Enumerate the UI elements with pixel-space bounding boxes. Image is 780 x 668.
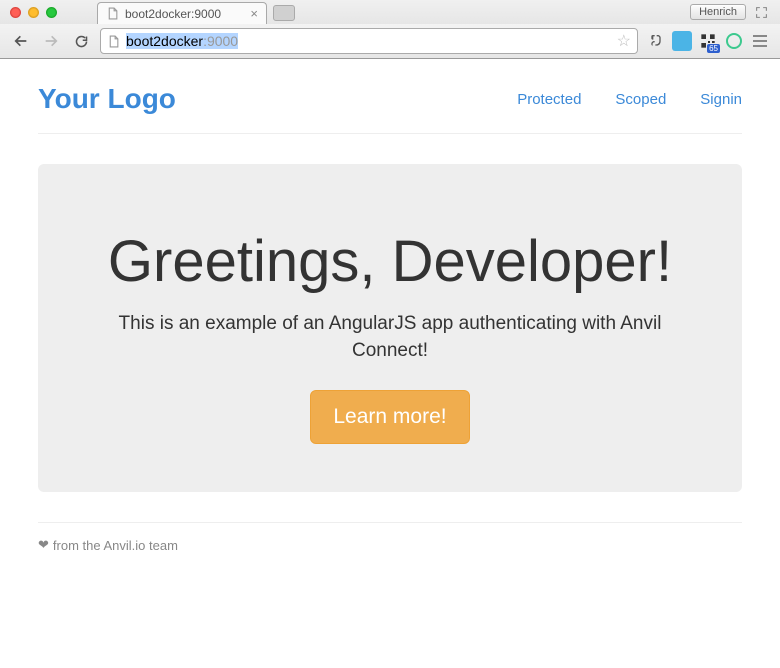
tab-strip: boot2docker:9000 × (97, 0, 690, 24)
browser-toolbar: boot2docker:9000 ☆ 65 (0, 24, 780, 58)
browser-chrome: boot2docker:9000 × Henrich boot2docker:9… (0, 0, 780, 59)
new-tab-button[interactable] (273, 5, 295, 21)
maximize-window-button[interactable] (46, 7, 57, 18)
extension-icon-circle[interactable] (724, 31, 744, 51)
learn-more-button[interactable]: Learn more! (310, 390, 469, 444)
reload-button[interactable] (70, 30, 92, 52)
browser-menu-button[interactable] (750, 35, 770, 47)
close-window-button[interactable] (10, 7, 21, 18)
tab-title: boot2docker:9000 (125, 7, 221, 21)
window-title-bar: boot2docker:9000 × Henrich (0, 0, 780, 24)
title-bar-right: Henrich (690, 3, 770, 21)
nav-link-scoped[interactable]: Scoped (615, 91, 666, 108)
profile-button[interactable]: Henrich (690, 4, 746, 20)
site-footer: ❤ from the Anvil.io team (38, 522, 742, 553)
evernote-extension-icon[interactable] (646, 31, 666, 51)
page-content: Your Logo Protected Scoped Signin Greeti… (0, 59, 780, 573)
logo[interactable]: Your Logo (38, 83, 176, 115)
close-tab-icon[interactable]: × (250, 6, 258, 21)
window-controls (10, 7, 57, 18)
jumbotron: Greetings, Developer! This is an example… (38, 164, 742, 492)
fullscreen-icon[interactable] (752, 3, 770, 21)
qr-badge: 65 (707, 44, 720, 53)
footer-text: from the Anvil.io team (53, 538, 178, 553)
url-host: boot2docker (126, 33, 203, 49)
site-header: Your Logo Protected Scoped Signin (38, 83, 742, 134)
bookmark-star-icon[interactable]: ☆ (617, 31, 631, 51)
nav-link-signin[interactable]: Signin (700, 91, 742, 108)
browser-tab[interactable]: boot2docker:9000 × (97, 2, 267, 24)
url-text: boot2docker:9000 (126, 33, 611, 49)
address-bar[interactable]: boot2docker:9000 ☆ (100, 28, 638, 54)
jumbo-heading: Greetings, Developer! (78, 230, 702, 295)
url-port: :9000 (203, 33, 238, 49)
heart-icon: ❤ (38, 537, 49, 553)
page-icon (106, 6, 119, 21)
back-button[interactable] (10, 30, 32, 52)
qr-extension-icon[interactable]: 65 (698, 31, 718, 51)
extension-icons: 65 (646, 31, 770, 51)
minimize-window-button[interactable] (28, 7, 39, 18)
nav-link-protected[interactable]: Protected (517, 91, 581, 108)
extension-icon-blue[interactable] (672, 31, 692, 51)
nav-links: Protected Scoped Signin (517, 91, 742, 108)
jumbo-subtext: This is an example of an AngularJS app a… (78, 311, 702, 364)
site-icon (107, 34, 120, 49)
forward-button[interactable] (40, 30, 62, 52)
